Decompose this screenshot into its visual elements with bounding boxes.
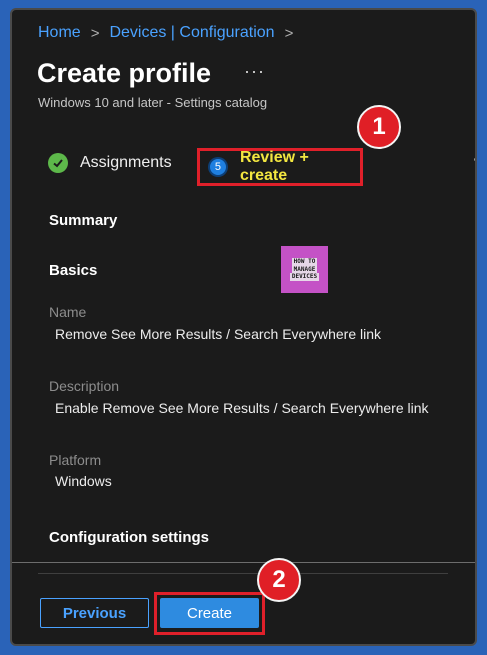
configuration-settings-heading: Configuration settings [49,529,209,546]
previous-button[interactable]: Previous [40,598,149,628]
breadcrumb-devices-configuration[interactable]: Devices | Configuration [109,24,274,42]
annotation-badge-2: 2 [257,558,301,602]
howto-manage-devices-logo: HOW TO MANAGE DEVICES [281,246,328,293]
breadcrumb: Home > Devices | Configuration > [38,24,293,42]
basics-heading: Basics [49,262,98,279]
name-value: Remove See More Results / Search Everywh… [55,326,382,342]
footer-divider [12,562,475,563]
annotation-badge-1: 1 [357,105,401,149]
divider [38,573,448,574]
chevron-right-icon: > [90,24,100,42]
step-assignments[interactable]: Assignments [48,153,172,173]
description-label: Description [49,378,120,394]
step-review-create[interactable]: 5 Review + create [197,148,363,186]
overflow-dot-icon [474,158,475,161]
page-subtitle: Windows 10 and later - Settings catalog [38,95,268,110]
platform-value: Windows [55,473,112,489]
page-title: Create profile [37,58,212,88]
step-number-badge: 5 [208,157,228,177]
breadcrumb-home[interactable]: Home [38,24,81,42]
name-label: Name [49,304,87,320]
platform-label: Platform [49,452,102,468]
checkmark-icon [48,153,68,173]
create-profile-panel: Home > Devices | Configuration > Create … [10,8,477,646]
step-assignments-label: Assignments [80,154,172,171]
step-review-label: Review + create [239,149,309,184]
summary-heading: Summary [49,212,118,229]
chevron-right-icon: > [284,24,294,42]
description-value: Enable Remove See More Results / Search … [55,400,429,416]
create-button[interactable]: Create [160,598,259,628]
more-options-icon[interactable]: ··· [244,61,265,82]
